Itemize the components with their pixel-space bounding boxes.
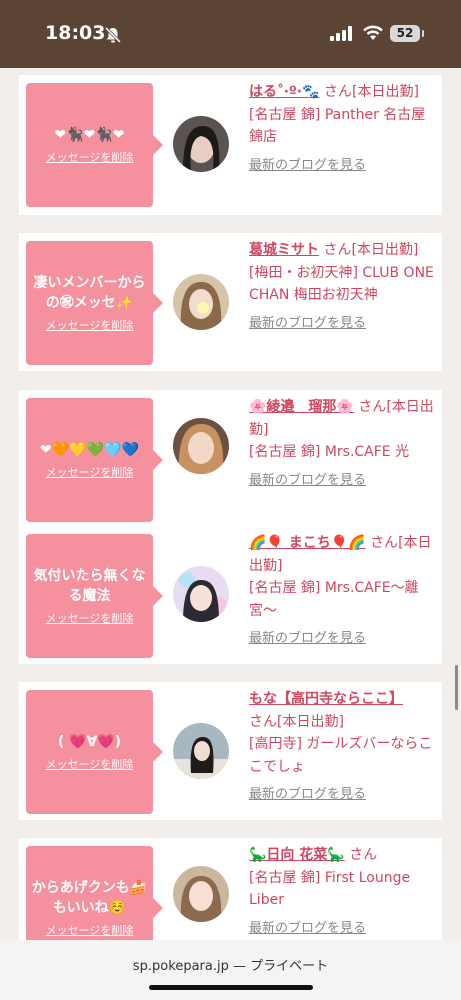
signal-icon: [330, 26, 352, 41]
message-box: ( 💗∀💗) メッセージを削除: [26, 690, 163, 814]
delete-message-link[interactable]: メッセージを削除: [46, 464, 134, 480]
girl-info: はる˚‧º·🐾 さん[本日出勤] [名古屋 錦] Panther 名古屋錦店 最…: [249, 81, 435, 177]
delete-message-link[interactable]: メッセージを削除: [46, 922, 134, 938]
status-time: 18:03: [45, 22, 106, 44]
girl-name-link[interactable]: 🌸綾邉 瑠那🌸: [249, 399, 354, 415]
delete-message-link[interactable]: メッセージを削除: [46, 610, 134, 626]
shop-info: [本日出勤] [高円寺] ガールズバーならここでしょ: [249, 713, 433, 775]
message-card: ( 💗∀💗) メッセージを削除 もな【高円寺ならここ】 さん[本日出勤] [高円…: [19, 682, 442, 820]
san-suffix: さん: [349, 847, 378, 863]
girl-info: 🦕日向 花菜🦕 さん [名古屋 錦] First Lounge Liber 最新の…: [249, 844, 435, 940]
message-box: からあげクンも🍰もいいね☺️ メッセージを削除: [26, 846, 163, 940]
message-card: ❤🧡💛💚🩵💙 メッセージを削除 🌸綾邉 瑠那🌸 さん[本日出勤] [名古屋 錦]…: [19, 390, 442, 530]
avatar[interactable]: [173, 866, 229, 922]
avatar[interactable]: [173, 274, 229, 330]
wifi-icon: [363, 25, 383, 40]
girl-info: もな【高円寺ならここ】 さん[本日出勤] [高円寺] ガールズバーならここでしょ…: [249, 688, 435, 807]
girl-name-link[interactable]: 葛城ミサト: [249, 242, 319, 258]
message-card: 凄いメンバーからの㊗メッセ✨ メッセージを削除 葛城ミサト さん[本日出勤] […: [19, 233, 442, 371]
message-text: 凄いメンバーからの㊗メッセ✨: [33, 275, 146, 311]
delete-message-link[interactable]: メッセージを削除: [46, 756, 134, 772]
message-list[interactable]: ❤🐈‍⬛❤🐈‍⬛❤ メッセージを削除 はる˚‧º·🐾 さん[本日出勤] [名古屋…: [0, 68, 461, 940]
message-text: ❤🧡💛💚🩵💙: [40, 442, 139, 458]
girl-info: 🌸綾邉 瑠那🌸 さん[本日出勤] [名古屋 錦] Mrs.CAFE 光 最新のブ…: [249, 396, 435, 492]
san-suffix: さん: [323, 84, 352, 100]
delete-message-link[interactable]: メッセージを削除: [46, 317, 134, 333]
status-bar: 18:03 52: [0, 0, 461, 68]
message-box: ❤🧡💛💚🩵💙 メッセージを削除: [26, 398, 163, 522]
girl-info: 🌈🎈 まこち🎈🌈 さん[本日出勤] [名古屋 錦] Mrs.CAFE〜離宮〜 最…: [249, 532, 435, 651]
scrollbar-thumb[interactable]: [455, 665, 458, 710]
url-text[interactable]: sp.pokepara.jp — プライベート: [0, 955, 461, 974]
san-suffix: さん: [249, 713, 277, 730]
avatar[interactable]: [173, 723, 229, 779]
avatar[interactable]: [173, 566, 229, 622]
avatar[interactable]: [173, 418, 229, 474]
girl-info: 葛城ミサト さん[本日出勤] [梅田・お初天神] CLUB ONE CHAN 梅…: [249, 239, 435, 335]
message-card: からあげクンも🍰もいいね☺️ メッセージを削除 🦕日向 花菜🦕 さん [名古屋 錦…: [19, 838, 442, 940]
message-text: 気付いたら無くなる魔法: [33, 568, 146, 604]
latest-blog-link[interactable]: 最新のブログを見る: [249, 155, 435, 178]
home-indicator[interactable]: [149, 985, 313, 990]
bell-slash-icon: [104, 26, 122, 44]
latest-blog-link[interactable]: 最新のブログを見る: [249, 313, 435, 336]
latest-blog-link[interactable]: 最新のブログを見る: [249, 628, 435, 651]
avatar[interactable]: [173, 116, 229, 172]
battery-indicator: 52: [390, 25, 424, 42]
girl-name-link[interactable]: はる˚‧º·🐾: [249, 84, 320, 100]
message-card: ❤🐈‍⬛❤🐈‍⬛❤ メッセージを削除 はる˚‧º·🐾 さん[本日出勤] [名古屋…: [19, 75, 442, 215]
girl-name-link[interactable]: もな【高円寺ならここ】: [249, 691, 403, 707]
browser-url-bar[interactable]: sp.pokepara.jp — プライベート: [0, 940, 461, 1000]
girl-name-link[interactable]: 🦕日向 花菜🦕: [249, 847, 345, 863]
message-box: 気付いたら無くなる魔法 メッセージを削除: [26, 534, 163, 658]
message-card: 気付いたら無くなる魔法 メッセージを削除 🌈🎈 まこち🎈🌈 さん[本日出勤] […: [19, 526, 442, 664]
latest-blog-link[interactable]: 最新のブログを見る: [249, 470, 435, 493]
message-box: 凄いメンバーからの㊗メッセ✨ メッセージを削除: [26, 241, 163, 365]
san-suffix: さん: [370, 535, 399, 551]
delete-message-link[interactable]: メッセージを削除: [46, 149, 134, 165]
san-suffix: さん: [323, 242, 352, 258]
message-text: からあげクンも🍰もいいね☺️: [31, 880, 148, 916]
message-text: ( 💗∀💗): [57, 734, 122, 750]
latest-blog-link[interactable]: 最新のブログを見る: [249, 918, 435, 941]
san-suffix: さん: [358, 399, 387, 415]
message-box: ❤🐈‍⬛❤🐈‍⬛❤ メッセージを削除: [26, 83, 163, 207]
latest-blog-link[interactable]: 最新のブログを見る: [249, 784, 435, 807]
message-text: ❤🐈‍⬛❤🐈‍⬛❤: [54, 127, 125, 143]
girl-name-link[interactable]: 🌈🎈 まこち🎈🌈: [249, 535, 366, 551]
shop-info: [名古屋 錦] First Lounge Liber: [249, 869, 411, 909]
